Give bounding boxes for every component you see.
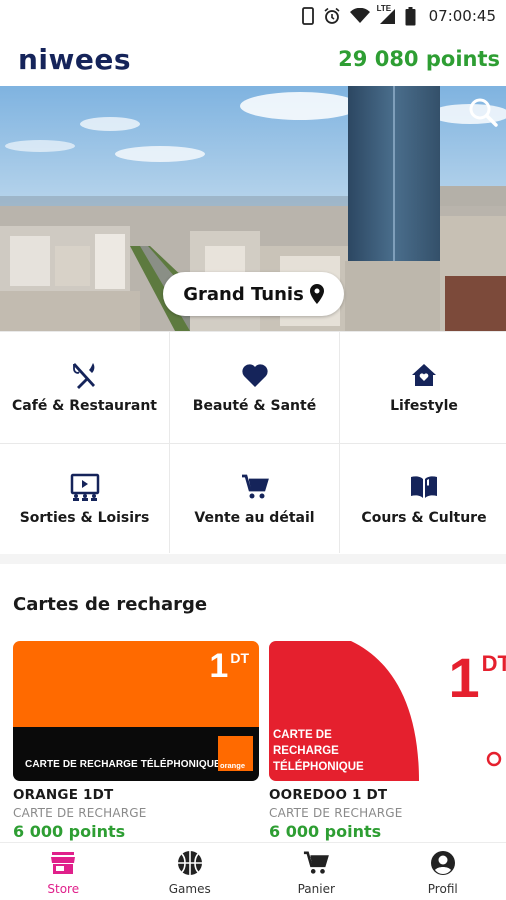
nav-label: Panier xyxy=(297,882,335,896)
category-cours-culture[interactable]: Cours & Culture xyxy=(340,444,506,555)
battery-icon xyxy=(405,6,416,25)
card-subtitle: CARTE DE RECHARGE xyxy=(269,806,403,820)
presentation-icon xyxy=(70,472,100,502)
nav-label: Profil xyxy=(427,882,458,896)
nav-panier[interactable]: Panier xyxy=(253,843,380,900)
store-icon xyxy=(50,849,76,877)
category-label: Beauté & Santé xyxy=(192,398,317,414)
section-title: Cartes de recharge xyxy=(13,594,208,615)
cart-icon xyxy=(303,849,330,877)
card-amount: 1DT xyxy=(448,646,506,709)
search-button[interactable] xyxy=(467,96,499,128)
nav-profil[interactable]: Profil xyxy=(380,843,506,900)
bottom-navigation: Store Games Panier Profil xyxy=(0,842,506,900)
phone-device-icon xyxy=(301,7,314,25)
category-beaute-sante[interactable]: Beauté & Santé xyxy=(170,332,339,443)
nav-label: Store xyxy=(47,882,80,896)
account-icon xyxy=(430,849,456,877)
book-icon xyxy=(409,472,439,502)
category-sorties-loisirs[interactable]: Sorties & Loisirs xyxy=(0,444,169,555)
cart-icon xyxy=(241,472,269,502)
card-image: 1 DT CARTE DE RECHARGE TÉLÉPHONIQUE orang… xyxy=(13,641,259,781)
wifi-icon xyxy=(349,8,370,23)
card-points: 6 000 points xyxy=(269,822,382,841)
points-balance[interactable]: 29 080 points xyxy=(338,47,500,71)
nav-label: Games xyxy=(168,882,211,896)
fork-knife-icon xyxy=(71,360,99,390)
app-logo: niwees xyxy=(18,42,132,76)
card-caption: CARTE DE RECHARGE TÉLÉPHONIQUE xyxy=(273,729,364,773)
location-pin-icon xyxy=(309,284,324,304)
card-name: ORANGE 1DT xyxy=(13,787,114,803)
home-heart-icon xyxy=(411,360,437,390)
network-type: LTE xyxy=(376,3,392,13)
section-divider xyxy=(0,554,506,564)
app-header: niwees 29 080 points xyxy=(0,32,506,86)
status-bar: LTE 07:00:45 xyxy=(0,0,506,32)
category-cafe-restaurant[interactable]: Café & Restaurant xyxy=(0,332,169,443)
category-label: Vente au détail xyxy=(194,510,315,526)
category-label: Cours & Culture xyxy=(361,510,487,526)
card-amount: 1DT xyxy=(209,647,249,685)
recharge-card-ooredoo[interactable]: 1DT CARTE DE RECHARGE TÉLÉPHONIQUE OORED… xyxy=(269,641,506,841)
card-name: OOREDOO 1 DT xyxy=(269,787,388,803)
nav-store[interactable]: Store xyxy=(0,843,127,900)
hero-banner: Grand Tunis xyxy=(0,86,506,331)
status-time: 07:00:45 xyxy=(428,7,496,25)
category-grid: Café & Restaurant Beauté & Santé Lifesty… xyxy=(0,331,506,555)
search-icon xyxy=(469,98,498,127)
category-label: Café & Restaurant xyxy=(12,398,157,414)
card-points: 6 000 points xyxy=(13,822,126,841)
orange-logo-text: orange xyxy=(220,761,246,770)
category-lifestyle[interactable]: Lifestyle xyxy=(340,332,506,443)
card-subtitle: CARTE DE RECHARGE xyxy=(13,806,147,820)
card-image: 1DT CARTE DE RECHARGE TÉLÉPHONIQUE xyxy=(269,641,506,781)
ooredoo-logo-icon xyxy=(483,748,505,770)
category-label: Sorties & Loisirs xyxy=(19,510,150,526)
nav-games[interactable]: Games xyxy=(127,843,254,900)
signal-icon: LTE xyxy=(377,4,396,25)
recharge-card-orange[interactable]: 1 DT CARTE DE RECHARGE TÉLÉPHONIQUE orang… xyxy=(13,641,259,841)
city-name: Grand Tunis xyxy=(183,283,304,305)
category-vente-detail[interactable]: Vente au détail xyxy=(170,444,339,555)
alarm-icon xyxy=(324,7,340,24)
card-caption: CARTE DE RECHARGE TÉLÉPHONIQUE xyxy=(25,759,221,770)
heart-icon xyxy=(241,360,269,390)
basketball-icon xyxy=(177,849,203,877)
category-label: Lifestyle xyxy=(390,398,458,414)
city-selector[interactable]: Grand Tunis xyxy=(163,272,344,316)
